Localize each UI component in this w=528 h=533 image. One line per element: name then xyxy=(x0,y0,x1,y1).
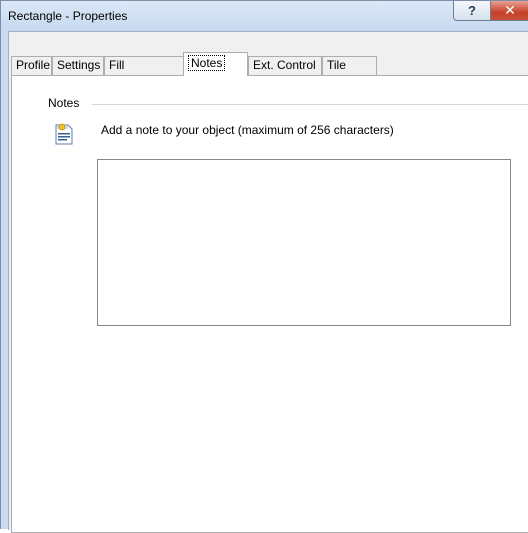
tab-ext-control-label: Ext. Control xyxy=(253,58,316,72)
properties-window: Rectangle - Properties ? ✕ Profile Setti… xyxy=(0,0,528,533)
tab-fill-label: Fill xyxy=(109,58,125,72)
tab-tile[interactable]: Tile xyxy=(322,56,377,75)
note-document-icon xyxy=(55,123,73,145)
tab-fill[interactable]: Fill xyxy=(104,56,184,75)
tab-notes-label: Notes xyxy=(188,55,226,71)
window-title: Rectangle - Properties xyxy=(8,9,128,23)
help-button[interactable]: ? xyxy=(453,1,491,21)
close-button[interactable]: ✕ xyxy=(490,1,528,21)
title-bar[interactable]: Rectangle - Properties ? ✕ xyxy=(1,1,528,31)
notes-textarea[interactable] xyxy=(97,159,511,326)
close-icon: ✕ xyxy=(504,2,516,18)
tab-profile-label: Profile xyxy=(16,58,51,72)
tab-profile[interactable]: Profile xyxy=(11,56,52,75)
dialog-client-area: Profile Settings Fill Notes Ext. Control… xyxy=(8,31,528,533)
tab-settings-label: Settings xyxy=(57,58,101,72)
tab-settings[interactable]: Settings xyxy=(52,56,104,75)
notes-hint: Add a note to your object (maximum of 25… xyxy=(101,123,394,137)
notes-group-label: Notes xyxy=(46,96,82,110)
tab-tile-label: Tile xyxy=(327,58,346,72)
notes-group-divider xyxy=(92,104,528,105)
tab-strip: Profile Settings Fill Notes Ext. Control… xyxy=(11,52,511,76)
tab-notes[interactable]: Notes xyxy=(183,52,248,76)
tab-ext-control[interactable]: Ext. Control xyxy=(248,56,322,75)
help-icon: ? xyxy=(468,3,476,18)
